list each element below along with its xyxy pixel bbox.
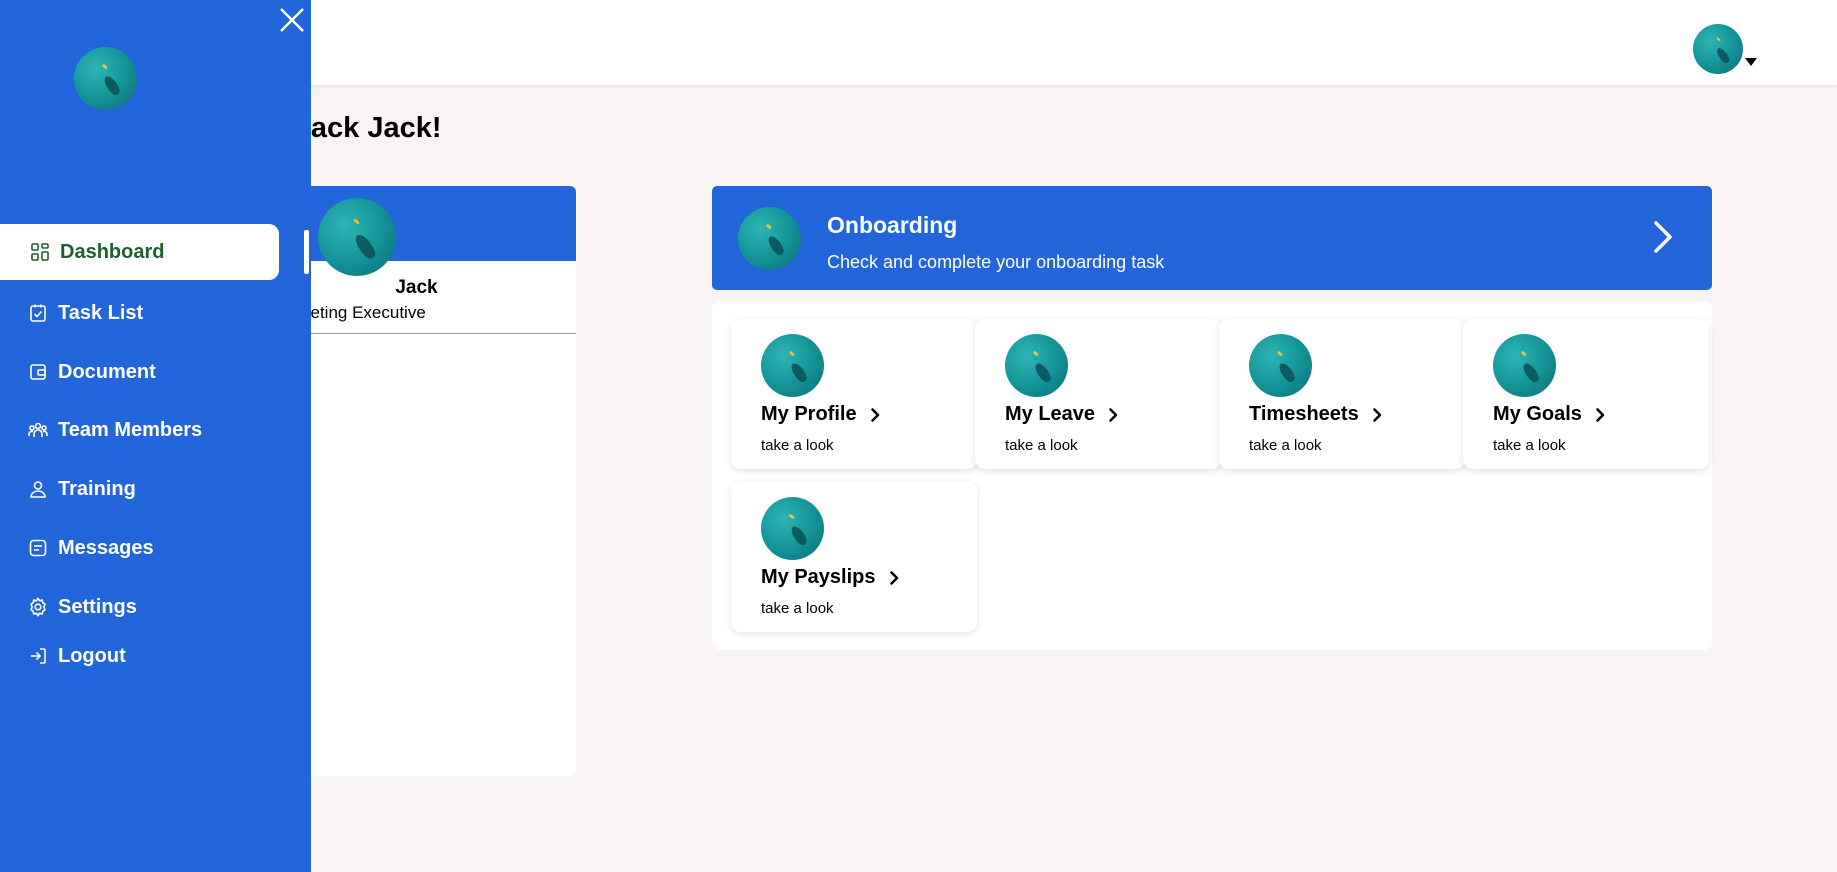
- tile-avatar: [761, 334, 824, 397]
- tile-timesheets[interactable]: Timesheets take a look: [1219, 319, 1465, 469]
- tile-my-profile[interactable]: My Profile take a look: [731, 319, 977, 469]
- user-avatar[interactable]: [1693, 24, 1743, 74]
- active-indicator: [304, 230, 309, 274]
- tile-my-payslips[interactable]: My Payslips take a look: [731, 482, 977, 632]
- sidebar-item-label: Team Members: [58, 418, 203, 441]
- onboarding-avatar: [738, 207, 801, 270]
- tile-subtitle: take a look: [1005, 437, 1078, 454]
- gear-icon: [30, 597, 46, 617]
- tile-title: My Payslips: [761, 566, 876, 588]
- caret-down-icon[interactable]: [1745, 58, 1757, 66]
- chevron-right-icon: [1109, 407, 1118, 422]
- tile-subtitle: take a look: [761, 600, 834, 617]
- tile-my-goals[interactable]: My Goals take a look: [1463, 319, 1709, 469]
- sidebar-item-team-members[interactable]: Team Members: [0, 402, 279, 458]
- sidebar-item-label: Document: [58, 360, 156, 383]
- message-icon: [29, 539, 47, 557]
- tile-avatar: [1005, 334, 1068, 397]
- sidebar-avatar: [74, 47, 137, 110]
- sidebar-item-settings[interactable]: Settings: [0, 579, 279, 635]
- profile-role: keting Executive: [302, 303, 426, 322]
- sidebar-item-training[interactable]: Training: [0, 461, 279, 517]
- quick-links-panel: My Profile take a look My Leave take a l…: [712, 301, 1712, 650]
- tile-subtitle: take a look: [761, 437, 834, 454]
- team-icon: [28, 422, 48, 437]
- sidebar-item-messages[interactable]: Messages: [0, 520, 279, 576]
- tile-avatar: [761, 497, 824, 560]
- tile-title: My Leave: [1005, 403, 1096, 425]
- sidebar-item-label: Training: [58, 477, 136, 500]
- sidebar-item-label: Logout: [58, 644, 126, 667]
- chevron-right-icon[interactable]: [1652, 220, 1674, 254]
- sidebar-item-label: Task List: [58, 301, 144, 324]
- sidebar-item-label: Settings: [58, 595, 137, 618]
- document-icon: [30, 364, 46, 380]
- sidebar-item-task-list[interactable]: Task List: [0, 285, 279, 341]
- tile-subtitle: take a look: [1493, 437, 1566, 454]
- sidebar-item-document[interactable]: Document: [0, 344, 279, 400]
- tile-my-leave[interactable]: My Leave take a look: [975, 319, 1221, 469]
- profile-avatar: [318, 198, 396, 276]
- chevron-right-icon: [870, 407, 879, 422]
- task-list-icon: [30, 304, 46, 322]
- user-icon: [30, 481, 46, 498]
- onboarding-subtitle: Check and complete your onboarding task: [827, 252, 1165, 272]
- logout-icon: [31, 648, 46, 664]
- onboarding-title: Onboarding: [827, 212, 958, 238]
- tile-title: Timesheets: [1249, 403, 1359, 425]
- close-icon[interactable]: [277, 5, 307, 35]
- tile-avatar: [1493, 334, 1556, 397]
- dashboard-icon: [31, 243, 49, 261]
- onboarding-banner[interactable]: Onboarding Check and complete your onboa…: [712, 186, 1712, 290]
- chevron-right-icon: [1596, 407, 1605, 422]
- sidebar-item-label: Messages: [58, 536, 154, 559]
- sidebar: Dashboard Task List Document Team Member…: [0, 0, 311, 872]
- chevron-right-icon: [889, 570, 898, 585]
- tile-title: My Goals: [1493, 403, 1582, 425]
- chevron-right-icon: [1372, 407, 1381, 422]
- sidebar-item-dashboard[interactable]: Dashboard: [0, 224, 279, 280]
- sidebar-item-label: Dashboard: [60, 240, 165, 263]
- sidebar-item-logout[interactable]: Logout: [0, 628, 279, 684]
- tile-title: My Profile: [761, 403, 857, 425]
- tile-subtitle: take a look: [1249, 437, 1322, 454]
- tile-avatar: [1249, 334, 1312, 397]
